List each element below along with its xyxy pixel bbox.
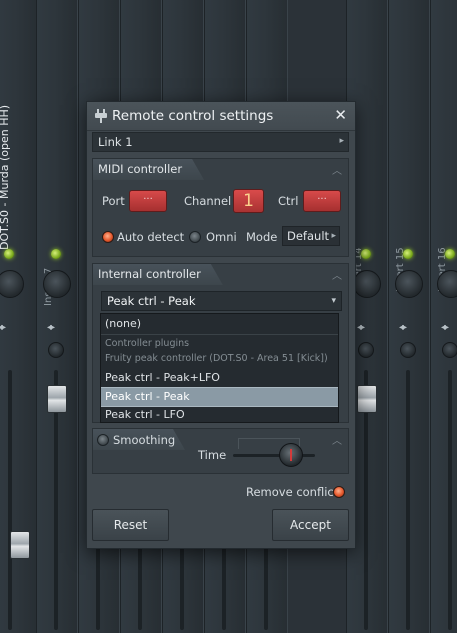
dropdown-option[interactable]: Peak ctrl - LFO — [101, 406, 338, 424]
pan-knob[interactable] — [43, 270, 71, 298]
internal-controller-select-value: Peak ctrl - Peak — [107, 294, 196, 308]
volume-fader[interactable] — [10, 531, 30, 559]
mixer-strip-insert-7[interactable]: Insert 7 ◂▸ — [36, 0, 78, 633]
route-arrows-icon[interactable]: ◂▸ — [0, 322, 6, 333]
midi-controller-header[interactable]: MIDI controller ︿ — [93, 159, 348, 181]
mode-label: Mode — [246, 230, 278, 244]
mixer-strip-dots[interactable]: DOT.S0 - Murda (open HH) ◂▸ — [0, 0, 39, 633]
mixer-strip-insert-16[interactable]: Insert 16 ◂▸ — [430, 0, 457, 633]
dropdown-option-none[interactable]: (none) — [101, 315, 338, 333]
mode-select[interactable]: Default ▸ — [282, 226, 340, 246]
stereo-knob[interactable] — [400, 342, 416, 358]
mixer-strip-insert-15[interactable]: Insert 15 ◂▸ — [388, 0, 430, 633]
pan-knob[interactable] — [437, 270, 457, 298]
close-icon[interactable]: ✕ — [334, 106, 347, 124]
led-icon — [403, 249, 413, 259]
stereo-knob[interactable] — [48, 342, 64, 358]
ctrl-label: Ctrl — [278, 194, 299, 208]
dropdown-plugin-row: Fruity peak controller (DOT.S0 - Area 51… — [101, 350, 338, 368]
reset-button[interactable]: Reset — [92, 509, 169, 541]
plugin-source: (DOT.S0 - Area 51 [Kick]) — [209, 353, 328, 364]
link-selector-value: Link 1 — [98, 135, 133, 149]
smoothing-panel: Smoothing Time ︿ — [92, 428, 349, 474]
port-label: Port — [102, 194, 125, 208]
led-icon — [445, 249, 455, 259]
chevron-right-icon: ▸ — [331, 231, 336, 241]
midi-controller-panel: MIDI controller ︿ Port ··· Channel 1 Ctr… — [92, 158, 349, 257]
stereo-knob[interactable] — [442, 342, 457, 358]
pan-knob[interactable] — [0, 270, 24, 298]
fader-track — [448, 370, 452, 630]
omni-radio[interactable] — [189, 231, 201, 243]
port-field[interactable]: ··· — [129, 190, 167, 212]
led-icon — [4, 249, 14, 259]
plugin-name: Fruity peak controller — [105, 353, 207, 364]
link-selector[interactable]: Link 1 ▸ — [92, 132, 349, 152]
route-arrows-icon[interactable]: ◂▸ — [357, 322, 365, 333]
chevron-right-icon: ▸ — [339, 136, 344, 146]
auto-detect-radio[interactable] — [102, 231, 114, 243]
remove-conflicts-checkbox[interactable] — [333, 486, 345, 498]
led-icon — [361, 249, 371, 259]
dropdown-option[interactable]: Peak ctrl - Peak+LFO — [101, 369, 338, 387]
volume-fader[interactable] — [47, 385, 67, 413]
midi-controller-title: MIDI controller — [93, 159, 204, 180]
dialog-title: Remote control settings — [112, 108, 274, 124]
pan-knob[interactable] — [395, 270, 423, 298]
volume-fader[interactable] — [357, 385, 377, 413]
pan-knob[interactable] — [353, 270, 381, 298]
collapse-icon[interactable]: ︿ — [332, 162, 342, 177]
channel-label: Channel — [184, 194, 232, 208]
internal-controller-title: Internal controller — [93, 264, 223, 285]
led-icon — [51, 249, 61, 259]
remote-control-settings-dialog: Remote control settings ✕ Link 1 ▸ MIDI … — [86, 101, 356, 549]
auto-detect-label[interactable]: Auto detect — [117, 230, 184, 244]
time-slider-knob[interactable] — [279, 443, 303, 467]
route-arrows-icon[interactable]: ◂▸ — [399, 322, 407, 333]
smoothing-toggle[interactable] — [97, 434, 109, 446]
internal-controller-header[interactable]: Internal controller ︿ — [93, 264, 348, 286]
chevron-down-icon: ▾ — [331, 296, 336, 306]
internal-controller-select[interactable]: Peak ctrl - Peak ▾ — [101, 291, 342, 311]
dialog-titlebar[interactable]: Remote control settings ✕ — [87, 102, 355, 131]
fader-track — [406, 370, 410, 630]
mode-select-value: Default — [287, 229, 330, 243]
omni-label[interactable]: Omni — [206, 230, 237, 244]
route-arrows-icon[interactable]: ◂▸ — [441, 322, 449, 333]
stereo-knob[interactable] — [358, 342, 374, 358]
remove-conflicts-label[interactable]: Remove conflicts — [246, 485, 344, 499]
fader-track — [8, 370, 12, 630]
channel-field[interactable]: 1 — [233, 189, 264, 213]
time-label: Time — [198, 448, 227, 462]
ctrl-field[interactable]: ··· — [303, 190, 341, 212]
plug-icon — [95, 109, 107, 123]
internal-controller-dropdown[interactable]: (none) Controller plugins Fruity peak co… — [100, 313, 339, 423]
strip-name: DOT.S0 - Murda (open HH) — [0, 104, 11, 250]
dropdown-option-highlighted[interactable]: Peak ctrl - Peak — [101, 387, 338, 407]
smoothing-label[interactable]: Smoothing — [113, 433, 175, 447]
collapse-icon[interactable]: ︿ — [332, 267, 342, 282]
accept-button[interactable]: Accept — [272, 509, 349, 541]
collapse-icon[interactable]: ︿ — [332, 432, 342, 447]
route-arrows-icon[interactable]: ◂▸ — [47, 322, 55, 333]
